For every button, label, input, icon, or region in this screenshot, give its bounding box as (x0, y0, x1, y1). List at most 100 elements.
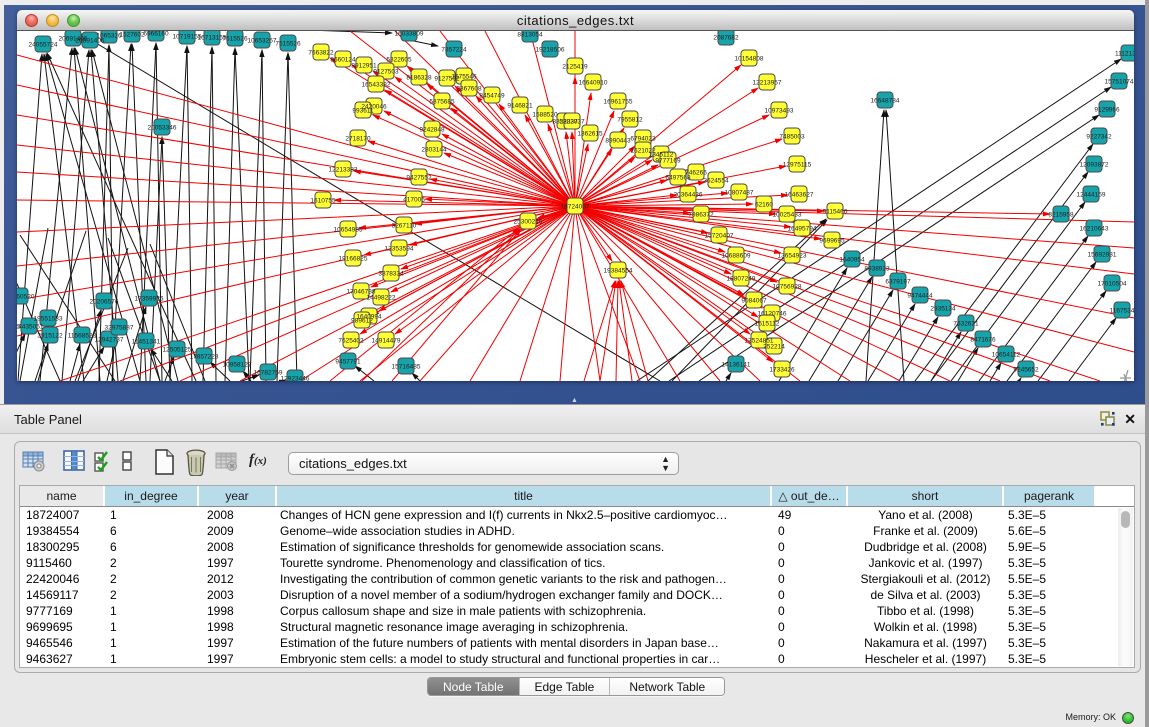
svg-text:9699695: 9699695 (819, 238, 845, 245)
svg-text:18807249: 18807249 (727, 276, 756, 283)
svg-text:19218506: 19218506 (536, 47, 565, 54)
svg-text:9146821: 9146821 (507, 103, 533, 110)
svg-text:15716485: 15716485 (392, 364, 421, 371)
svg-text:10654112: 10654112 (992, 352, 1021, 359)
svg-text:32975887: 32975887 (105, 325, 134, 332)
svg-text:7632621: 7632621 (953, 321, 979, 328)
svg-text:13654923: 13654923 (778, 253, 807, 260)
svg-text:12093872: 12093872 (1080, 162, 1109, 169)
svg-text:1167534: 1167534 (1110, 308, 1134, 315)
svg-text:14498222: 14498222 (367, 295, 396, 302)
svg-text:17010504: 17010504 (1098, 281, 1127, 288)
svg-text:6794023: 6794023 (630, 136, 656, 143)
svg-text:7955812: 7955812 (617, 117, 643, 124)
svg-text:8454749: 8454749 (479, 93, 505, 100)
svg-text:12505125: 12505125 (163, 347, 192, 354)
svg-text:7857224: 7857224 (441, 47, 467, 54)
svg-text:8471676: 8471676 (970, 337, 996, 344)
svg-text:20206576: 20206576 (90, 299, 119, 306)
svg-text:9457791: 9457791 (335, 359, 361, 366)
svg-text:16782759: 16782759 (254, 370, 283, 377)
svg-text:1588520: 1588520 (532, 112, 558, 119)
svg-text:1065326: 1065326 (96, 33, 122, 40)
svg-text:417006: 417006 (403, 197, 425, 204)
svg-text:2935134: 2935134 (930, 306, 956, 313)
svg-text:11121314: 11121314 (1115, 51, 1134, 58)
svg-text:25300215: 25300215 (514, 219, 543, 226)
svg-text:3915122: 3915122 (37, 333, 63, 340)
svg-text:14435051: 14435051 (17, 324, 44, 331)
svg-text:12923446: 12923446 (281, 376, 310, 382)
svg-text:12213957: 12213957 (753, 80, 782, 87)
svg-text:5875685: 5875685 (429, 99, 455, 106)
svg-text:26160520: 26160520 (17, 294, 35, 301)
svg-text:8215958: 8215958 (1048, 212, 1074, 219)
svg-text:5322037: 5322037 (559, 119, 585, 126)
svg-text:9127503: 9127503 (373, 69, 399, 76)
svg-text:10653267: 10653267 (248, 38, 277, 45)
svg-text:3267110: 3267110 (392, 223, 417, 230)
svg-text:17359926: 17359926 (135, 296, 164, 303)
svg-text:16640910: 16640910 (579, 80, 608, 87)
svg-text:12444159: 12444159 (1077, 192, 1106, 199)
svg-text:9474444: 9474444 (907, 293, 933, 300)
svg-text:7986372: 7986372 (688, 212, 714, 219)
svg-text:10958127: 10958127 (223, 362, 252, 369)
svg-text:19166825: 19166825 (339, 256, 368, 263)
svg-text:9115460: 9115460 (823, 209, 848, 216)
svg-text:1610755: 1610755 (310, 198, 336, 205)
svg-text:9129966: 9129966 (1094, 107, 1120, 114)
svg-text:3878334: 3878334 (378, 271, 404, 278)
svg-text:12975115: 12975115 (783, 162, 812, 169)
svg-text:8813054: 8813054 (517, 32, 543, 39)
svg-text:16961755: 16961755 (604, 99, 633, 106)
svg-text:11568523: 11568523 (68, 333, 97, 340)
svg-text:14136141: 14136141 (722, 362, 751, 369)
svg-text:16495794: 16495794 (788, 226, 817, 233)
svg-text:17857223: 17857223 (190, 354, 219, 361)
svg-text:19551533: 19551533 (34, 316, 63, 323)
svg-text:2803144: 2803144 (421, 147, 447, 154)
svg-text:12353594: 12353594 (385, 246, 414, 253)
svg-text:10154808: 10154808 (735, 56, 764, 63)
svg-text:7485003: 7485003 (779, 134, 805, 141)
svg-text:12942737: 12942737 (95, 337, 124, 344)
svg-text:10688609: 10688609 (722, 253, 751, 260)
svg-text:16120746: 16120746 (758, 311, 787, 318)
svg-text:11451341: 11451341 (132, 339, 161, 346)
svg-text:9242848: 9242848 (419, 127, 445, 134)
svg-text:15751074: 15751074 (1105, 79, 1134, 86)
svg-text:62160: 62160 (755, 202, 773, 209)
svg-text:16210643: 16210643 (1080, 226, 1109, 233)
svg-text:9777169: 9777169 (655, 158, 681, 165)
svg-text:7625402: 7625402 (338, 338, 364, 345)
svg-text:10973493: 10973493 (765, 108, 794, 115)
svg-text:10654985: 10654985 (334, 227, 363, 234)
svg-text:18724007: 18724007 (561, 204, 590, 211)
svg-text:16033809: 16033809 (395, 31, 424, 38)
svg-text:1615112: 1615112 (755, 321, 780, 328)
svg-text:9084067: 9084067 (741, 298, 767, 305)
svg-text:1575546: 1575546 (451, 74, 477, 81)
svg-text:9227342: 9227342 (1086, 134, 1112, 141)
svg-text:6379197: 6379197 (885, 279, 911, 286)
svg-text:2125419: 2125419 (562, 64, 588, 71)
svg-text:3624554: 3624554 (703, 178, 729, 185)
svg-text:7663822: 7663822 (308, 50, 334, 57)
svg-text:10756928: 10756928 (773, 284, 802, 291)
svg-text:7515526: 7515526 (275, 41, 301, 48)
svg-text:10025433: 10025433 (773, 212, 802, 219)
svg-text:252214: 252214 (763, 344, 785, 351)
svg-text:1640954: 1640954 (839, 257, 865, 264)
svg-text:15692931: 15692931 (1088, 252, 1117, 259)
svg-text:7515526: 7515526 (222, 36, 248, 43)
svg-text:16463627: 16463627 (785, 192, 814, 199)
svg-text:8938923: 8938923 (864, 266, 890, 273)
svg-text:6966160: 6966160 (143, 31, 169, 38)
svg-text:16543382: 16543382 (362, 82, 391, 89)
svg-text:2367608: 2367608 (456, 86, 482, 93)
svg-text:989612: 989612 (351, 318, 373, 325)
svg-text:1362615: 1362615 (577, 131, 603, 138)
svg-text:8186328: 8186328 (406, 75, 432, 82)
svg-text:24055724: 24055724 (29, 42, 58, 49)
